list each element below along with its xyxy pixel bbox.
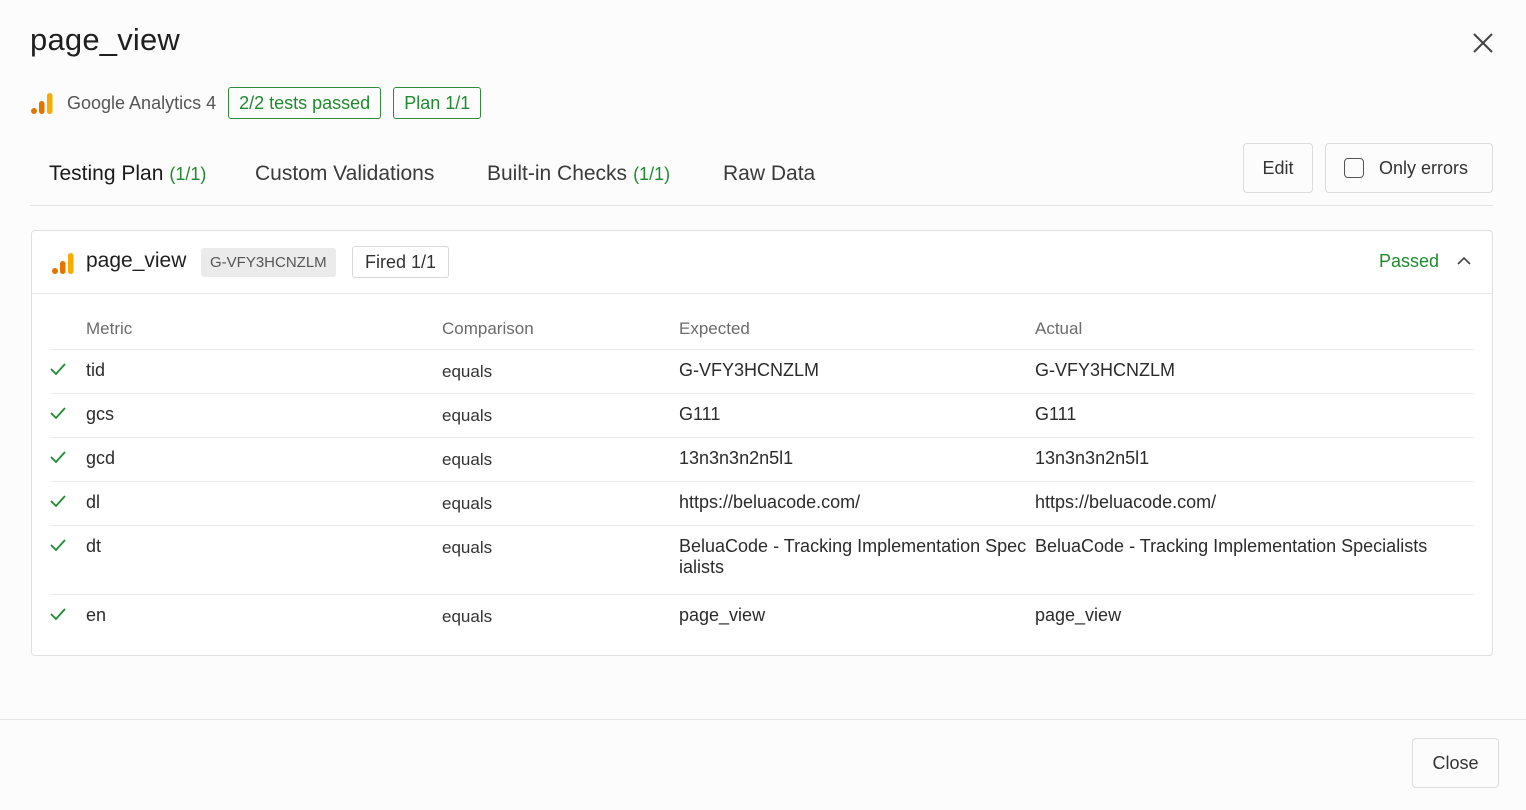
- actual-cell: 13n3n3n2n5l1: [1035, 437, 1474, 482]
- plan-badge: Plan 1/1: [393, 87, 482, 119]
- google-analytics-icon: [30, 91, 54, 115]
- tab-label: Raw Data: [723, 162, 816, 185]
- tab-label: Built-in Checks: [487, 162, 628, 185]
- comparison-cell: equals: [442, 437, 679, 482]
- metric-cell: gcs: [86, 393, 442, 438]
- fired-count-chip: Fired 1/1: [352, 246, 450, 278]
- expected-cell: 13n3n3n2n5l1: [679, 437, 1035, 482]
- expected-cell: G111: [679, 393, 1035, 438]
- column-header-expected: Expected: [679, 317, 1035, 350]
- table-row: dt equals BeluaCode - Tracking Implementat…: [50, 525, 1474, 595]
- google-analytics-icon: [51, 251, 75, 280]
- expected-cell: page_view: [679, 604, 766, 625]
- event-card-header[interactable]: page_view G-VFY3HCNZLM Fired 1/1 Passed: [32, 231, 1492, 294]
- tab-label: Custom Validations: [255, 162, 435, 185]
- comparison-cell: equals: [442, 481, 679, 526]
- modal-title: page_view: [30, 22, 181, 57]
- table-row: gcd equals 13n3n3n2n5l1 13n3n3n2n5l1: [50, 437, 1474, 482]
- comparison-cell: equals: [442, 606, 493, 626]
- table-row: tid equals G-VFY3HCNZLM G-VFY3HCNZLM: [50, 349, 1474, 394]
- measurement-id-chip: G-VFY3HCNZLM: [201, 248, 336, 277]
- close-button[interactable]: Close: [1412, 738, 1499, 788]
- tab-count: (1/1): [169, 164, 207, 184]
- column-header-metric: Metric: [86, 317, 442, 350]
- status-badge: Passed: [1379, 251, 1440, 271]
- column-header-comparison: Comparison: [442, 317, 679, 350]
- metric-cell: gcd: [86, 437, 442, 482]
- metric-cell: tid: [86, 349, 442, 394]
- close-icon[interactable]: [1468, 28, 1498, 58]
- analytics-summary: Google Analytics 4 2/2 tests passed Plan…: [30, 87, 482, 119]
- tab-raw-data[interactable]: Raw Data: [723, 162, 815, 186]
- event-title: page_view: [86, 249, 187, 272]
- validation-table: Metric Comparison Expected Actual tid equ…: [50, 317, 1474, 638]
- expected-cell: https://beluacode.com/: [679, 481, 1035, 526]
- check-icon: [50, 437, 86, 482]
- status-column-header: [50, 317, 86, 350]
- check-icon: [50, 481, 86, 526]
- table-row: gcs equals G111 G111: [50, 393, 1474, 438]
- modal-footer: [0, 719, 1526, 810]
- edit-button[interactable]: Edit: [1243, 143, 1313, 193]
- chevron-up-icon[interactable]: [1456, 253, 1472, 269]
- table-header-row: Metric Comparison Expected Actual: [50, 317, 1474, 350]
- actual-cell: page_view: [1035, 604, 1122, 625]
- tests-passed-badge: 2/2 tests passed: [228, 87, 382, 119]
- expected-cell: BeluaCode - Tracking Implementation Spec…: [679, 525, 1035, 595]
- comparison-cell: equals: [442, 393, 679, 438]
- comparison-cell: equals: [442, 525, 679, 595]
- check-icon: [50, 594, 86, 638]
- tab-testing-plan[interactable]: Testing Plan (1/1): [49, 162, 206, 186]
- only-errors-toggle[interactable]: Only errors: [1325, 143, 1493, 193]
- column-header-actual: Actual: [1035, 317, 1474, 350]
- actual-cell: G-VFY3HCNZLM: [1035, 349, 1474, 394]
- tab-built-in-checks[interactable]: Built-in Checks (1/1): [487, 162, 670, 186]
- tab-count: (1/1): [633, 164, 671, 184]
- check-icon: [50, 393, 86, 438]
- expected-cell: G-VFY3HCNZLM: [679, 349, 1035, 394]
- table-row: dl equals https://beluacode.com/https://be…: [50, 481, 1474, 526]
- tool-name: Google Analytics 4: [67, 92, 217, 113]
- only-errors-checkbox[interactable]: [1344, 158, 1364, 178]
- metric-cell: en: [86, 604, 107, 625]
- actual-cell: BeluaCode - Tracking Implementation Spec…: [1035, 525, 1474, 595]
- metric-cell: dt: [86, 525, 442, 595]
- actual-cell: https://beluacode.com/: [1035, 481, 1474, 526]
- check-icon: [50, 349, 86, 394]
- only-errors-label: Only errors: [1379, 157, 1469, 178]
- tab-custom-validations[interactable]: Custom Validations: [255, 162, 434, 186]
- check-icon: [50, 525, 86, 595]
- metric-cell: dl: [86, 481, 442, 526]
- actual-cell: G111: [1035, 393, 1474, 438]
- comparison-cell: equals: [442, 349, 679, 394]
- table-row: en equals page_view page_view: [50, 594, 1474, 638]
- tab-label: Testing Plan: [49, 162, 164, 185]
- event-card: page_view G-VFY3HCNZLM Fired 1/1 Passed …: [31, 230, 1493, 656]
